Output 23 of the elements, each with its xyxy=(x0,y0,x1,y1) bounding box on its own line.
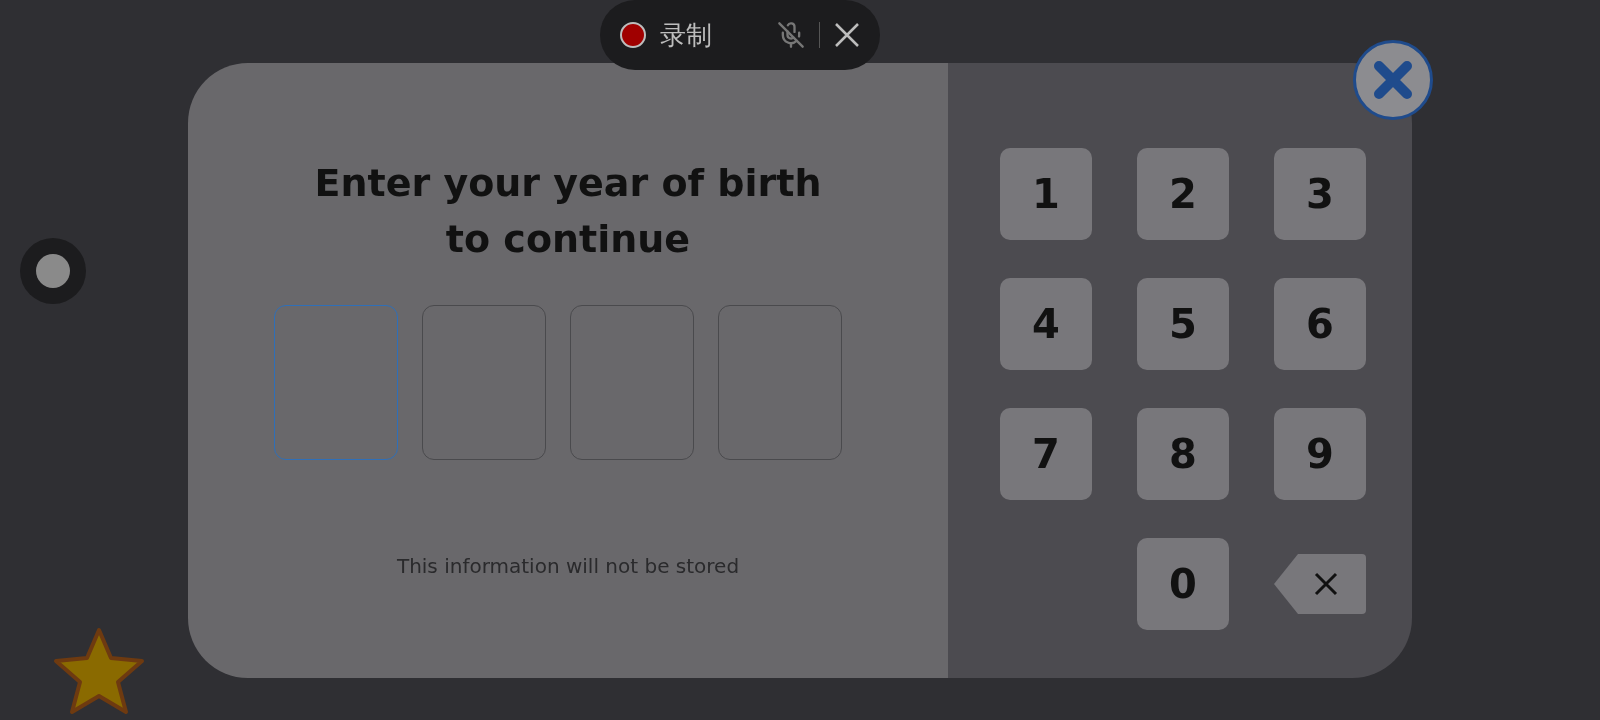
close-icon xyxy=(1371,58,1415,102)
digit-key[interactable]: 2 xyxy=(1137,148,1229,240)
digit-key[interactable]: 4 xyxy=(1000,278,1092,370)
digit-field[interactable] xyxy=(570,305,694,460)
digit-key[interactable]: 7 xyxy=(1000,408,1092,500)
backspace-key[interactable] xyxy=(1274,552,1366,616)
digit-key[interactable]: 3 xyxy=(1274,148,1366,240)
digit-key[interactable]: 6 xyxy=(1274,278,1366,370)
digit-key[interactable]: 8 xyxy=(1137,408,1229,500)
dialog-title: Enter your year of birth to continue xyxy=(313,160,823,263)
digit-key[interactable]: 5 xyxy=(1137,278,1229,370)
digit-field[interactable] xyxy=(422,305,546,460)
record-icon[interactable] xyxy=(620,22,646,48)
digit-key[interactable]: 1 xyxy=(1000,148,1092,240)
digit-key[interactable]: 0 xyxy=(1137,538,1229,630)
star-icon[interactable] xyxy=(52,626,146,716)
record-label: 录制 xyxy=(660,18,712,52)
mic-off-icon[interactable] xyxy=(777,21,805,49)
digit-field[interactable] xyxy=(274,305,398,460)
digit-key[interactable]: 9 xyxy=(1274,408,1366,500)
close-icon[interactable] xyxy=(834,22,860,48)
digit-field[interactable] xyxy=(718,305,842,460)
privacy-note: This information will not be stored xyxy=(396,554,740,578)
